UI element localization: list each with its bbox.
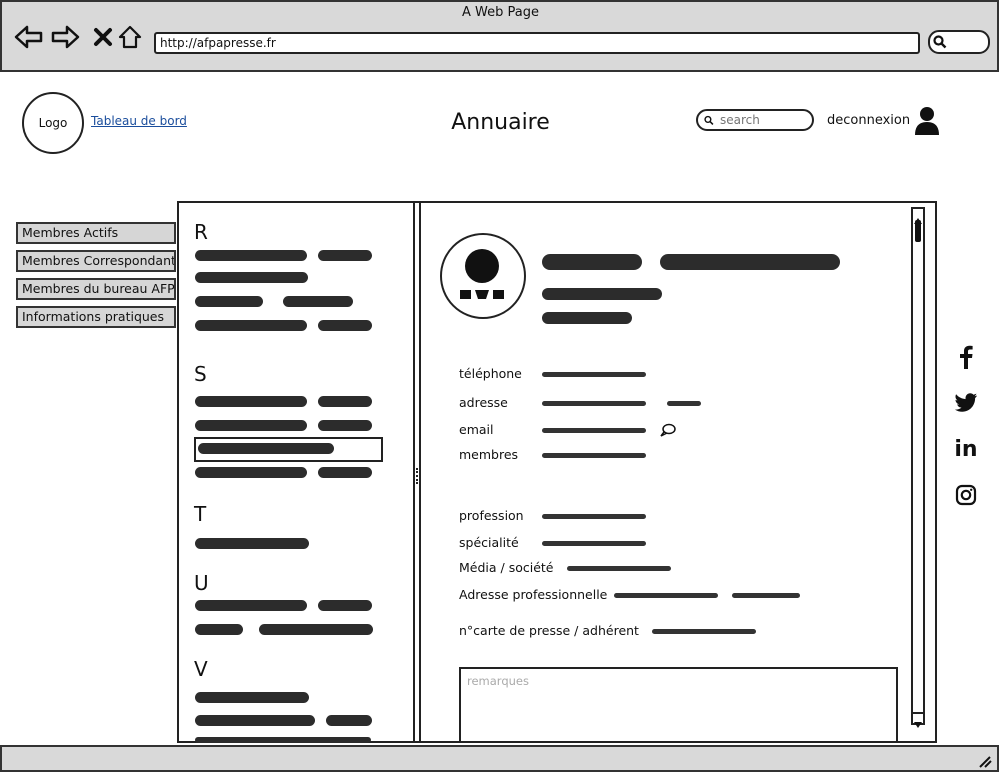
list-item[interactable] [195,320,307,331]
value-media [567,566,671,571]
value-press-card [652,629,756,634]
url-bar[interactable]: http://afpapresse.fr [154,32,920,54]
list-item[interactable] [318,396,372,407]
list-item[interactable] [195,296,263,307]
list-item[interactable] [195,538,309,549]
stop-icon[interactable] [88,22,118,52]
value-address [667,401,701,406]
menu-item-correspondent-members[interactable]: Membres Correspondants [16,250,176,272]
search-input[interactable] [718,112,812,128]
list-item[interactable] [195,396,307,407]
letter-heading-t: T [194,502,207,526]
label-profession: profession [459,508,524,523]
linkedin-icon[interactable]: in [951,434,981,464]
list-item[interactable] [259,624,373,635]
list-item[interactable] [283,296,353,307]
label-address: adresse [459,395,508,410]
list-item[interactable] [195,420,307,431]
label-phone: téléphone [459,366,522,381]
value-email [542,428,646,433]
value-specialty [542,541,646,546]
selected-list-item-text [198,443,334,454]
value-profession [542,514,646,519]
browser-status-bar [0,745,999,772]
profile-scrollbar[interactable] [911,207,925,728]
label-professional-address: Adresse professionnelle [459,587,608,602]
profile-avatar [440,233,526,319]
remarks-field[interactable]: remarques [459,667,898,743]
label-members: membres [459,447,519,462]
letter-heading-r: R [194,220,208,244]
value-professional-address [614,593,718,598]
menu-item-board-members[interactable]: Membres du bureau AFPA [16,278,176,300]
list-item[interactable] [326,715,372,726]
person-icon [460,249,504,299]
scroll-thumb[interactable] [915,220,921,242]
forward-icon[interactable] [50,22,80,52]
home-icon[interactable] [115,22,145,52]
label-press-card: n°carte de presse / adhérent [459,623,639,638]
list-item[interactable] [195,467,307,478]
list-item[interactable] [195,737,371,743]
label-specialty: spécialité [459,535,519,550]
list-item[interactable] [195,624,243,635]
profile-subtitle [542,288,662,300]
resize-grip-icon[interactable] [978,753,992,772]
search-icon [704,115,714,125]
window-title: A Web Page [462,5,539,20]
list-item[interactable] [318,600,372,611]
scroll-down-icon[interactable] [913,712,923,728]
profile-subtitle [542,312,632,324]
facebook-icon[interactable] [951,342,981,372]
value-members [542,453,646,458]
letter-heading-u: U [194,571,209,595]
label-media: Média / société [459,560,554,575]
profile-last-name [660,254,840,270]
list-item[interactable] [195,715,315,726]
list-item[interactable] [318,420,372,431]
browser-search-icon [933,35,947,49]
letter-heading-v: V [194,657,208,681]
value-phone [542,372,646,377]
profile-first-name [542,254,642,270]
search-box[interactable] [696,109,814,131]
scroll-up-icon[interactable] [914,210,922,224]
list-item[interactable] [318,467,372,478]
splitter-handle[interactable] [416,468,420,484]
menu-item-practical-info[interactable]: Informations pratiques [16,306,176,328]
value-address [542,401,646,406]
user-icon[interactable] [914,106,940,140]
label-email: email [459,422,494,437]
twitter-icon[interactable] [951,388,981,418]
value-professional-address [732,593,800,598]
list-item[interactable] [318,320,372,331]
chat-icon[interactable] [660,422,676,441]
list-item[interactable] [195,250,307,261]
list-item[interactable] [195,692,309,703]
letter-heading-s: S [194,362,207,386]
list-item[interactable] [195,600,307,611]
instagram-icon[interactable] [951,480,981,510]
logout-link[interactable]: deconnexion [827,113,910,128]
list-item[interactable] [318,250,372,261]
list-item[interactable] [195,272,308,283]
menu-item-active-members[interactable]: Membres Actifs [16,222,176,244]
browser-search[interactable] [928,30,990,54]
back-icon[interactable] [14,22,44,52]
